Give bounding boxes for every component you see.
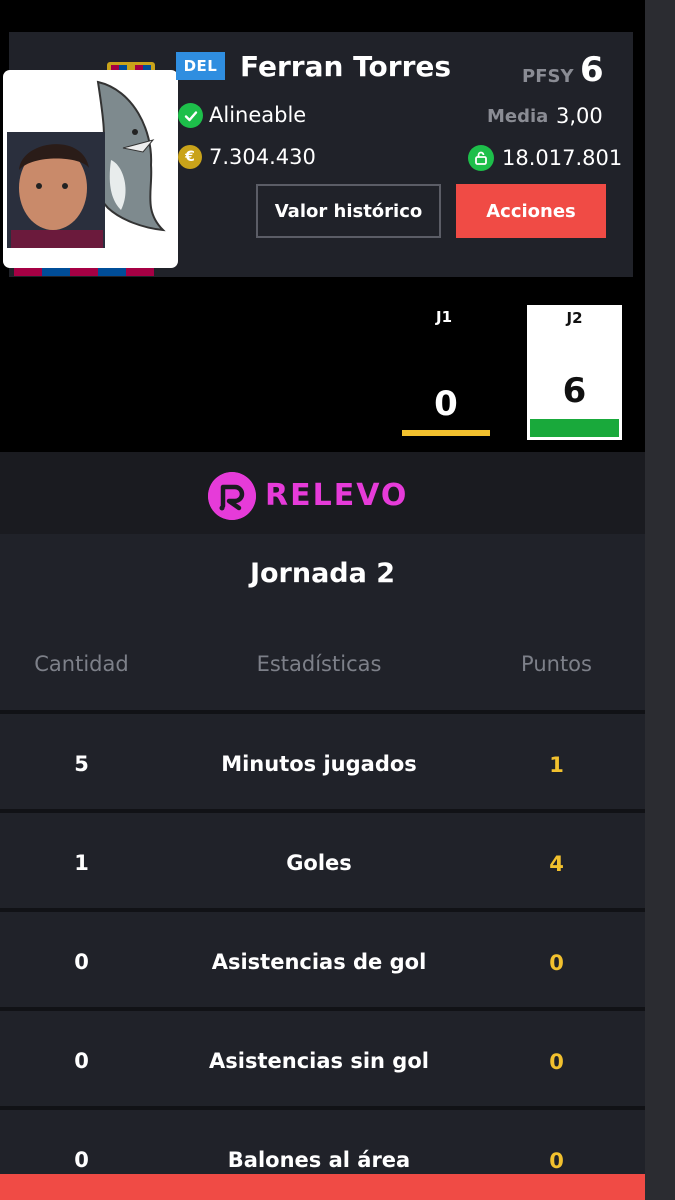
player-name: Ferran Torres	[240, 50, 452, 83]
row-puntos: 0	[549, 1149, 564, 1173]
jornada-score: 0	[434, 384, 458, 424]
row-cantidad: 0	[74, 1148, 89, 1172]
row-puntos: 1	[549, 753, 564, 777]
jornada-score-bar	[530, 419, 619, 437]
media-label: Media	[487, 106, 549, 127]
row-puntos: 0	[549, 1050, 564, 1074]
row-estadistica: Asistencias sin gol	[209, 1049, 429, 1073]
player-avatar[interactable]	[3, 70, 178, 268]
row-cantidad: 1	[74, 851, 89, 875]
position-badge: DEL	[176, 52, 225, 80]
table-row: 0 Asistencias sin gol 0	[0, 1013, 645, 1107]
jornada-tab-j2[interactable]: J2 6	[527, 305, 622, 440]
row-estadistica: Balones al área	[227, 1148, 411, 1172]
row-puntos: 0	[549, 951, 564, 975]
shark-icon	[7, 80, 166, 248]
row-estadistica: Minutos jugados	[221, 752, 417, 776]
column-header-cantidad: Cantidad	[34, 652, 129, 676]
divider	[0, 710, 645, 714]
unlock-icon	[468, 145, 494, 171]
divider	[0, 908, 645, 912]
player-status: Alineable	[209, 103, 307, 127]
table-row: 0 Asistencias de gol 0	[0, 914, 645, 1008]
relevo-logo-icon	[208, 472, 256, 520]
column-header-puntos: Puntos	[521, 652, 592, 676]
table-row: 5 Minutos jugados 1	[0, 716, 645, 810]
brand-name: RELEVO	[265, 478, 409, 513]
column-header-estadisticas: Estadísticas	[256, 652, 382, 676]
bottom-action-bar[interactable]	[0, 1174, 645, 1200]
pfsy-label: PFSY	[522, 66, 574, 87]
check-icon	[178, 103, 203, 128]
side-strip	[645, 0, 675, 1200]
stats-title: Jornada 2	[249, 558, 396, 589]
row-cantidad: 0	[74, 950, 89, 974]
pfsy-value: 6	[580, 50, 604, 90]
historical-value-button[interactable]: Valor histórico	[256, 184, 441, 238]
divider	[0, 1106, 645, 1110]
euro-coin-icon: €	[178, 145, 202, 169]
divider	[0, 809, 645, 813]
jornada-score-bar	[402, 430, 490, 436]
row-cantidad: 0	[74, 1049, 89, 1073]
player-detail-screen: DEL Ferran Torres PFSY 6 Alineable Media…	[0, 0, 675, 1200]
divider	[0, 1007, 645, 1011]
row-estadistica: Goles	[286, 851, 352, 875]
row-cantidad: 5	[74, 752, 89, 776]
media-value: 3,00	[556, 104, 603, 128]
jornada-score: 6	[562, 371, 587, 411]
actions-button[interactable]: Acciones	[456, 184, 606, 238]
market-value: 7.304.430	[209, 145, 316, 169]
row-puntos: 4	[549, 852, 564, 876]
clause-value: 18.017.801	[502, 146, 623, 170]
table-row: 1 Goles 4	[0, 815, 645, 909]
jornada-label: J2	[566, 309, 583, 327]
row-estadistica: Asistencias de gol	[211, 950, 427, 974]
jornada-label: J1	[436, 308, 453, 326]
